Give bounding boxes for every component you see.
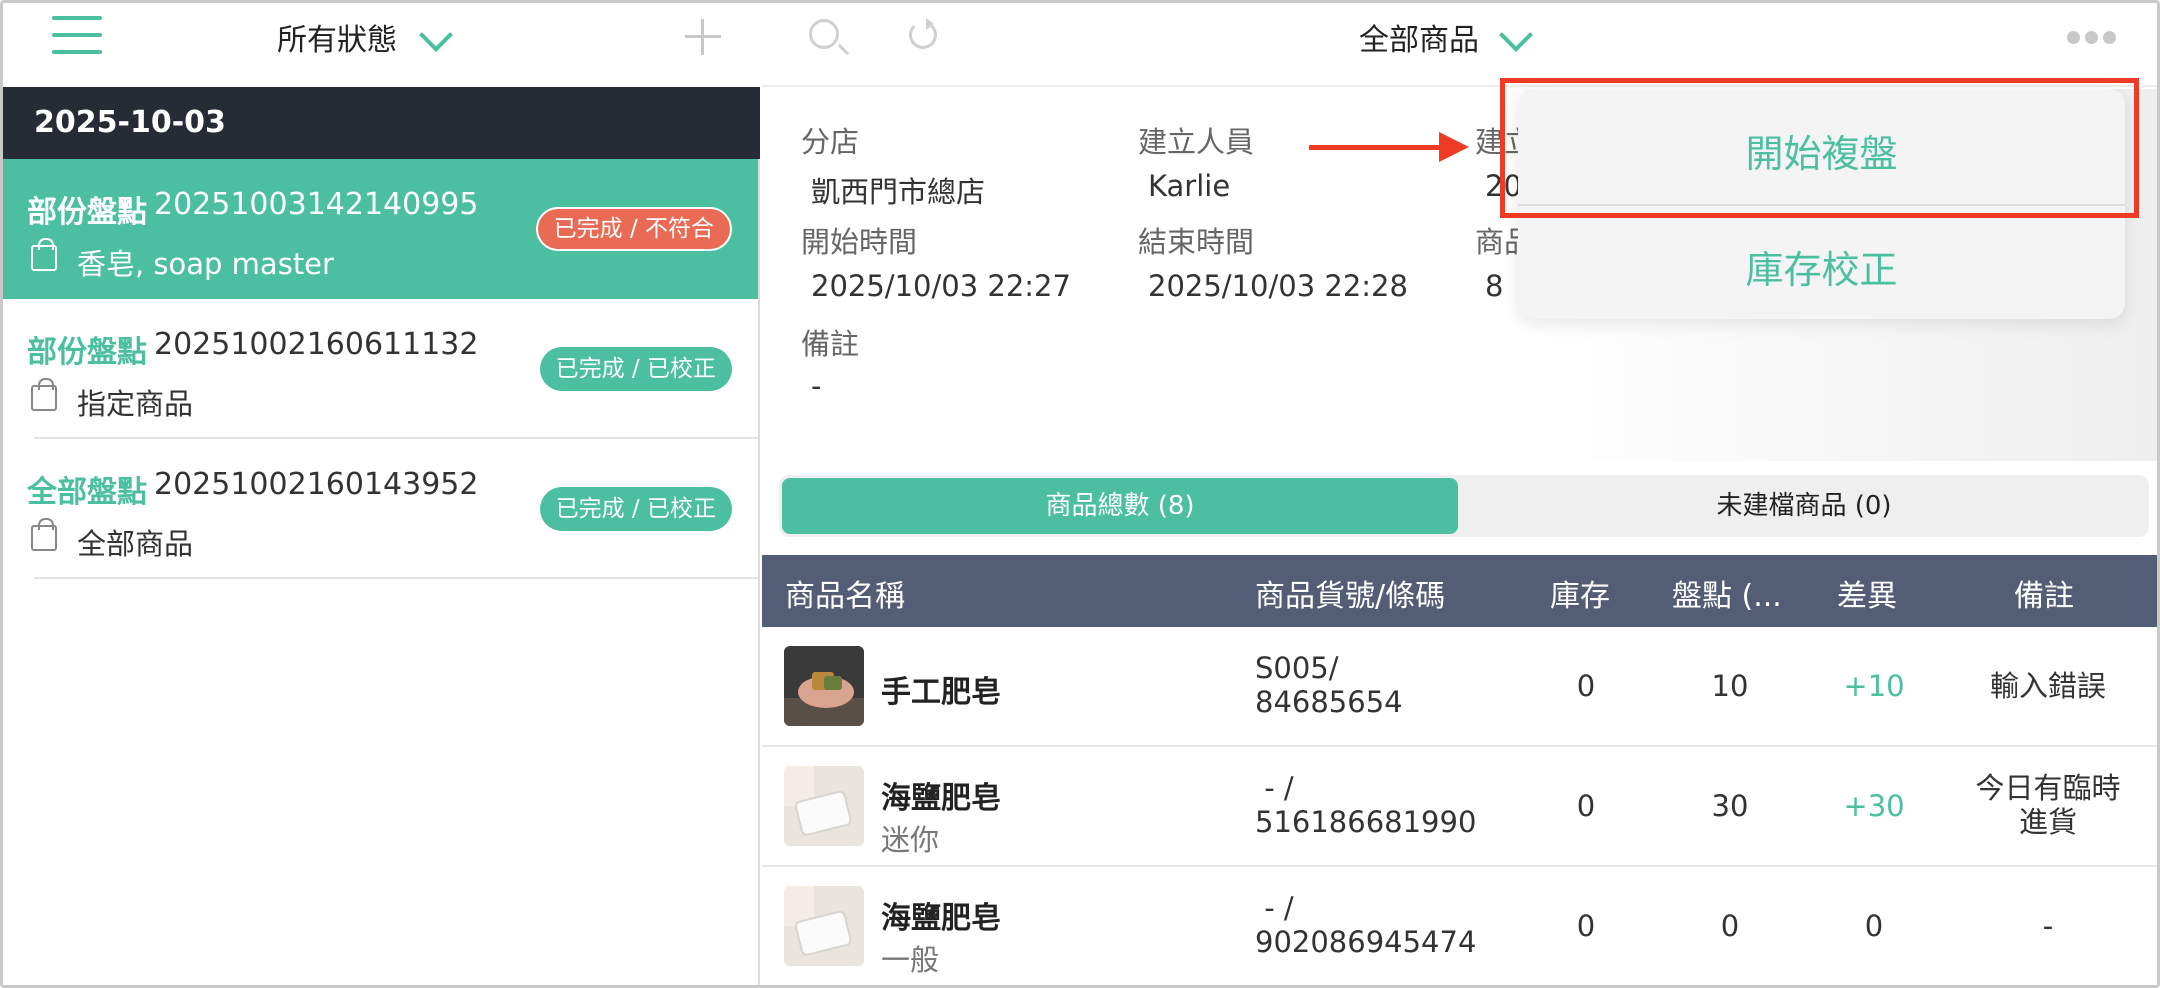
diff-value: +10 xyxy=(1843,669,1905,703)
column-header-diff: 差異 xyxy=(1837,579,1897,614)
bag-icon xyxy=(31,518,57,551)
product-barcode: 902086945474 xyxy=(1255,925,1477,959)
stock-value: 0 xyxy=(1576,909,1596,943)
arrow-annotation-icon xyxy=(1309,145,1441,150)
product-code: - / 516186681990 xyxy=(1255,771,1476,839)
table-row[interactable]: 海鹽肥皂 一般 - / 902086945474 0 0 0 - xyxy=(762,867,2157,985)
record-type: 部份盤點 xyxy=(27,195,147,230)
count-value: 30 xyxy=(1711,789,1749,823)
tab-unregistered-items[interactable]: 未建檔商品 (0) xyxy=(1461,478,2147,534)
product-thumbnail xyxy=(784,646,864,726)
detail-toolbar: 全部商品 xyxy=(762,3,2157,87)
bag-icon xyxy=(31,378,57,411)
segment-tabs: 商品總數 (8) 未建檔商品 (0) xyxy=(779,475,2149,537)
column-header-name: 商品名稱 xyxy=(785,579,905,614)
product-name: 海鹽肥皂 xyxy=(881,901,1001,936)
product-sku: - / xyxy=(1255,891,1294,925)
status-badge: 已完成 / 不符合 xyxy=(535,207,732,251)
record-number: 20251003142140995 xyxy=(154,187,479,222)
refresh-icon[interactable] xyxy=(909,18,937,49)
product-name: 海鹽肥皂 xyxy=(881,781,1001,816)
date-section-header: 2025-10-03 xyxy=(3,87,760,159)
product-sku: - / xyxy=(1255,771,1294,805)
product-code: - / 902086945474 xyxy=(1255,891,1476,959)
bag-icon xyxy=(31,238,57,271)
record-list-pane: 所有狀態 2025-10-03 部份盤點 20251003142140995 香… xyxy=(3,3,760,985)
creator-value: Karlie xyxy=(1148,169,1231,203)
menu-icon[interactable] xyxy=(3,3,113,63)
product-barcode: 84685654 xyxy=(1255,685,1403,719)
product-code: S005/ 84685654 xyxy=(1255,651,1403,719)
row-note: - xyxy=(2042,909,2054,943)
row-note: 輸入錯誤 xyxy=(1989,669,2106,703)
status-badge: 已完成 / 已校正 xyxy=(539,347,732,391)
list-item[interactable]: 部份盤點 20251002160611132 指定商品 已完成 / 已校正 xyxy=(3,299,758,439)
product-filter-label[interactable]: 全部商品 xyxy=(1359,15,1479,59)
status-filter-label[interactable]: 所有狀態 xyxy=(277,15,397,59)
record-subtitle: 香皂, soap master xyxy=(77,247,334,281)
chevron-down-icon[interactable] xyxy=(417,31,461,59)
product-variant: 迷你 xyxy=(881,823,940,857)
list-item[interactable]: 全部盤點 20251002160143952 全部商品 已完成 / 已校正 xyxy=(3,439,758,579)
product-thumbnail xyxy=(784,886,864,966)
chevron-down-icon[interactable] xyxy=(1497,31,1541,59)
product-name: 手工肥皂 xyxy=(881,675,1001,710)
stock-correction-menu-item[interactable]: 庫存校正 xyxy=(1518,239,2125,294)
product-barcode: 516186681990 xyxy=(1255,805,1477,839)
arrow-head-icon xyxy=(1439,132,1469,162)
row-note: 今日有臨時進貨 xyxy=(1975,771,2121,839)
stock-value: 0 xyxy=(1576,789,1596,823)
store-value: 凱西門市總店 xyxy=(811,175,986,209)
table-row[interactable]: 手工肥皂 S005/ 84685654 0 10 +10 輸入錯誤 xyxy=(762,627,2157,747)
count-value: 10 xyxy=(1711,669,1749,703)
start-time-value: 2025/10/03 22:27 xyxy=(811,269,1071,303)
diff-value: 0 xyxy=(1864,909,1884,943)
tab-total-items[interactable]: 商品總數 (8) xyxy=(782,478,1458,534)
record-subtitle: 指定商品 xyxy=(77,387,194,421)
record-number: 20251002160143952 xyxy=(154,467,479,502)
table-header: 商品名稱 商品貨號/條碼 庫存 盤點 (... 差異 備註 xyxy=(762,555,2157,627)
list-item[interactable]: 部份盤點 20251003142140995 香皂, soap master 已… xyxy=(3,159,758,299)
end-time-value: 2025/10/03 22:28 xyxy=(1148,269,1408,303)
note-value: - xyxy=(811,369,822,403)
divider xyxy=(34,577,758,579)
column-header-code: 商品貨號/條碼 xyxy=(1255,579,1446,614)
plus-icon[interactable] xyxy=(685,19,721,55)
column-header-count: 盤點 (... xyxy=(1672,579,1782,614)
product-sku: S005/ xyxy=(1255,651,1339,685)
product-variant: 一般 xyxy=(881,943,940,977)
count-value: 0 xyxy=(1720,909,1740,943)
item-count-value: 8 xyxy=(1485,269,1504,303)
table-row[interactable]: 海鹽肥皂 迷你 - / 516186681990 0 30 +30 今日有臨時進… xyxy=(762,747,2157,867)
start-time-label: 開始時間 xyxy=(801,225,918,259)
list-toolbar: 所有狀態 xyxy=(3,3,760,87)
column-header-note: 備註 xyxy=(2014,579,2074,614)
creator-label: 建立人員 xyxy=(1138,125,1255,159)
end-time-label: 結束時間 xyxy=(1138,225,1255,259)
note-label: 備註 xyxy=(801,327,860,361)
diff-value: +30 xyxy=(1843,789,1905,823)
record-number: 20251002160611132 xyxy=(154,327,479,362)
product-thumbnail xyxy=(784,766,864,846)
stock-value: 0 xyxy=(1576,669,1596,703)
store-label: 分店 xyxy=(801,125,860,159)
more-icon[interactable] xyxy=(2067,31,2117,45)
app-window: 所有狀態 2025-10-03 部份盤點 20251003142140995 香… xyxy=(0,0,2160,988)
record-subtitle: 全部商品 xyxy=(77,527,194,561)
status-badge: 已完成 / 已校正 xyxy=(539,487,732,531)
record-type: 部份盤點 xyxy=(27,335,147,370)
highlight-box xyxy=(1500,78,2139,218)
column-header-stock: 庫存 xyxy=(1550,579,1610,614)
search-icon[interactable] xyxy=(809,19,839,49)
record-type: 全部盤點 xyxy=(27,475,147,510)
